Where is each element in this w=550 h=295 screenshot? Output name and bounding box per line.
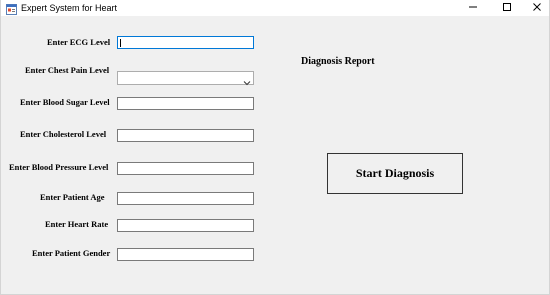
window-title: Expert System for Heart [21,3,118,13]
heart-rate-label: Enter Heart Rate [45,219,109,229]
patient-gender-label: Enter Patient Gender [32,248,111,258]
chevron-down-icon [243,74,251,86]
minimize-button[interactable] [458,0,488,16]
chest-pain-level-label: Enter Chest Pain Level [25,65,110,75]
ecg-level-label: Enter ECG Level [47,37,111,47]
blood-sugar-level-label: Enter Blood Sugar Level [20,97,110,107]
maximize-button[interactable] [492,0,522,16]
start-diagnosis-button[interactable]: Start Diagnosis [327,153,463,194]
patient-age-label: Enter Patient Age [40,192,105,202]
blood-pressure-level-input[interactable] [117,162,254,175]
cholesterol-level-label: Enter Cholesterol Level [20,129,107,139]
text-caret [120,39,121,47]
patient-age-input[interactable] [117,192,254,205]
minimize-icon [468,0,478,17]
cholesterol-level-input[interactable] [117,129,254,142]
diagnosis-report-label: Diagnosis Report [301,56,375,67]
ecg-level-input[interactable] [117,36,254,49]
chest-pain-level-dropdown[interactable] [117,71,254,86]
app-window-icon [6,2,17,15]
patient-gender-input[interactable] [117,248,254,261]
blood-pressure-level-label: Enter Blood Pressure Level [9,162,109,172]
title-bar[interactable]: Expert System for Heart [1,0,549,16]
close-button[interactable] [522,0,550,16]
heart-rate-input[interactable] [117,219,254,232]
form-client-area: Enter ECG Level Enter Chest Pain Level E… [1,16,549,294]
blood-sugar-level-input[interactable] [117,97,254,110]
maximize-icon [502,0,512,17]
app-window: Expert System for Heart Enter ECG Level … [0,0,550,295]
close-icon [532,0,542,17]
